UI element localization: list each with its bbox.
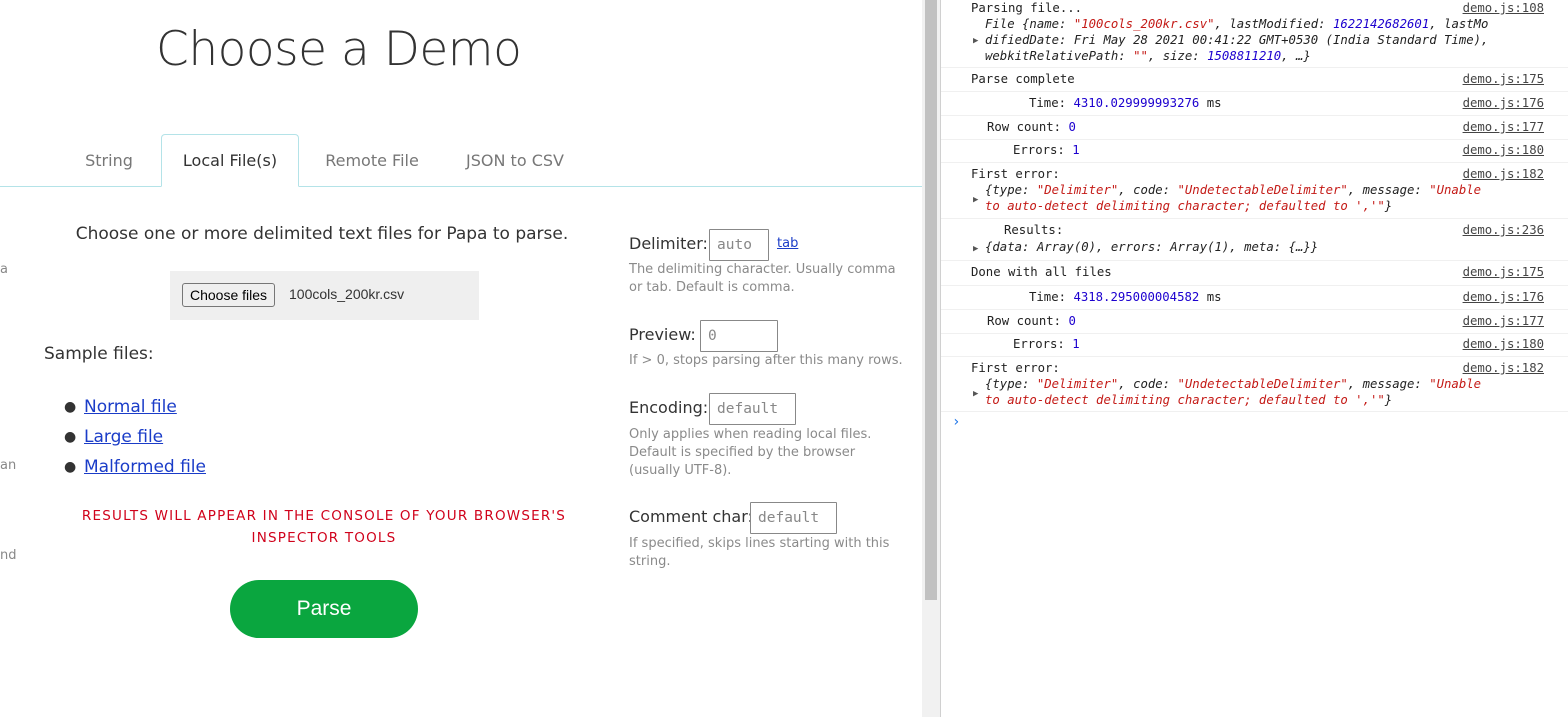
console-object-preview: webkitRelativePath: "", size: 1508811210…	[985, 49, 1311, 63]
console-message: Time: 4310.029999993276 ms demo.js:176	[941, 92, 1568, 116]
expand-triangle-icon[interactable]: ▶	[973, 389, 978, 399]
console-message: Errors: 1 demo.js:180	[941, 140, 1568, 163]
console-text: First error:	[971, 167, 1060, 181]
selected-file-name: 100cols_200kr.csv	[289, 286, 405, 302]
instructions-text: Choose one or more delimited text files …	[75, 224, 569, 244]
console-text: Results:	[1004, 223, 1064, 237]
source-link[interactable]: demo.js:236	[1463, 223, 1544, 237]
source-link[interactable]: demo.js:182	[1463, 167, 1544, 181]
clipped-text-fragment: an	[0, 458, 17, 473]
source-link[interactable]: demo.js:175	[1463, 265, 1544, 279]
bullet-icon: ●	[64, 459, 77, 475]
tab-remote-file[interactable]: Remote File	[313, 134, 431, 187]
devtools-console: Parsing file... demo.js:108 File {name: …	[941, 0, 1568, 717]
console-text: Row count: 0	[987, 314, 1076, 328]
console-text: Done with all files	[971, 265, 1112, 279]
console-object-preview: {type: "Delimiter", code: "UndetectableD…	[985, 377, 1482, 391]
console-message: First error: demo.js:182 ▶ {type: "Delim…	[941, 357, 1568, 412]
source-link[interactable]: demo.js:177	[1463, 314, 1544, 328]
delimiter-help: The delimiting character. Usually comma …	[629, 262, 896, 295]
list-item: ● Malformed file	[64, 452, 206, 482]
console-object-preview: to auto-detect delimiting character; def…	[985, 393, 1393, 407]
console-object-preview: {type: "Delimiter", code: "UndetectableD…	[985, 183, 1482, 197]
console-message: Time: 4318.295000004582 ms demo.js:176	[941, 286, 1568, 310]
large-file-link[interactable]: Large file	[84, 427, 163, 447]
comment-char-input[interactable]: default	[750, 502, 837, 534]
clipped-text-fragment: a	[0, 262, 8, 277]
console-text: Row count: 0	[987, 120, 1076, 134]
console-message: First error: demo.js:182 ▶ {type: "Delim…	[941, 163, 1568, 219]
file-input[interactable]: Choose files 100cols_200kr.csv	[170, 271, 479, 320]
console-message: Results: demo.js:236 ▶ {data: Array(0), …	[941, 219, 1568, 261]
delimiter-input[interactable]: auto	[709, 229, 769, 261]
console-text: Parse complete	[971, 72, 1075, 86]
console-prompt-icon[interactable]: ›	[952, 414, 960, 430]
preview-help: If > 0, stops parsing after this many ro…	[629, 353, 903, 368]
console-object-preview: difiedDate: Fri May 28 2021 00:41:22 GMT…	[985, 33, 1489, 47]
expand-triangle-icon[interactable]: ▶	[973, 36, 978, 46]
expand-triangle-icon[interactable]: ▶	[973, 244, 978, 254]
list-item: ● Large file	[64, 422, 206, 452]
preview-input[interactable]: 0	[700, 320, 778, 352]
console-text: Errors: 1	[1013, 143, 1080, 157]
console-message: Errors: 1 demo.js:180	[941, 334, 1568, 357]
console-text: Errors: 1	[1013, 337, 1080, 351]
console-object-preview: to auto-detect delimiting character; def…	[985, 199, 1393, 213]
console-text: Time: 4310.029999993276 ms	[1029, 96, 1222, 110]
source-link[interactable]: demo.js:180	[1463, 143, 1544, 157]
normal-file-link[interactable]: Normal file	[84, 397, 177, 417]
page-title: Choose a Demo	[156, 22, 522, 77]
tab-local-files[interactable]: Local File(s)	[161, 134, 299, 187]
encoding-input[interactable]: default	[709, 393, 796, 425]
source-link[interactable]: demo.js:176	[1463, 96, 1544, 110]
console-text: Parsing file...	[971, 1, 1083, 15]
list-item: ● Normal file	[64, 392, 206, 422]
tab-string[interactable]: String	[70, 134, 148, 187]
console-message: Row count: 0 demo.js:177	[941, 116, 1568, 140]
parse-button[interactable]: Parse	[230, 580, 418, 638]
tab-delimiter-link[interactable]: tab	[777, 236, 798, 251]
sample-files-heading: Sample files:	[44, 344, 154, 364]
console-message: Done with all files demo.js:175	[941, 261, 1568, 286]
console-message: Row count: 0 demo.js:177	[941, 310, 1568, 334]
comment-char-help: If specified, skips lines starting with …	[629, 536, 890, 569]
expand-triangle-icon[interactable]: ▶	[973, 195, 978, 205]
comment-char-label: Comment char:	[629, 507, 753, 526]
sample-files-list: ● Normal file ● Large file ● Malformed file	[64, 392, 206, 482]
choose-files-button[interactable]: Choose files	[182, 283, 276, 307]
demo-page: Choose a Demo a an nd String Local File(…	[0, 0, 922, 717]
source-link[interactable]: demo.js:180	[1463, 337, 1544, 351]
console-object-preview: File {name: "100cols_200kr.csv", lastMod…	[985, 17, 1489, 31]
bullet-icon: ●	[64, 429, 77, 445]
encoding-label: Encoding:	[629, 398, 709, 417]
scrollbar-thumb[interactable]	[925, 0, 937, 600]
bullet-icon: ●	[64, 399, 77, 415]
delimiter-label: Delimiter:	[629, 234, 708, 253]
malformed-file-link[interactable]: Malformed file	[84, 457, 206, 477]
source-link[interactable]: demo.js:182	[1463, 361, 1544, 375]
console-object-preview: {data: Array(0), errors: Array(1), meta:…	[985, 240, 1319, 254]
source-link[interactable]: demo.js:175	[1463, 72, 1544, 86]
source-link[interactable]: demo.js:108	[1463, 1, 1544, 15]
source-link[interactable]: demo.js:176	[1463, 290, 1544, 304]
console-text: First error:	[971, 361, 1060, 375]
console-message: Parsing file... demo.js:108 File {name: …	[941, 0, 1568, 68]
preview-label: Preview:	[629, 325, 696, 344]
console-text: Time: 4318.295000004582 ms	[1029, 290, 1222, 304]
encoding-help: Only applies when reading local files. D…	[629, 427, 872, 478]
results-note: RESULTS WILL APPEAR IN THE CONSOLE OF YO…	[81, 508, 567, 546]
tab-json-to-csv[interactable]: JSON to CSV	[452, 134, 578, 187]
clipped-text-fragment: nd	[0, 548, 17, 563]
source-link[interactable]: demo.js:177	[1463, 120, 1544, 134]
console-message: Parse complete demo.js:175	[941, 68, 1568, 92]
